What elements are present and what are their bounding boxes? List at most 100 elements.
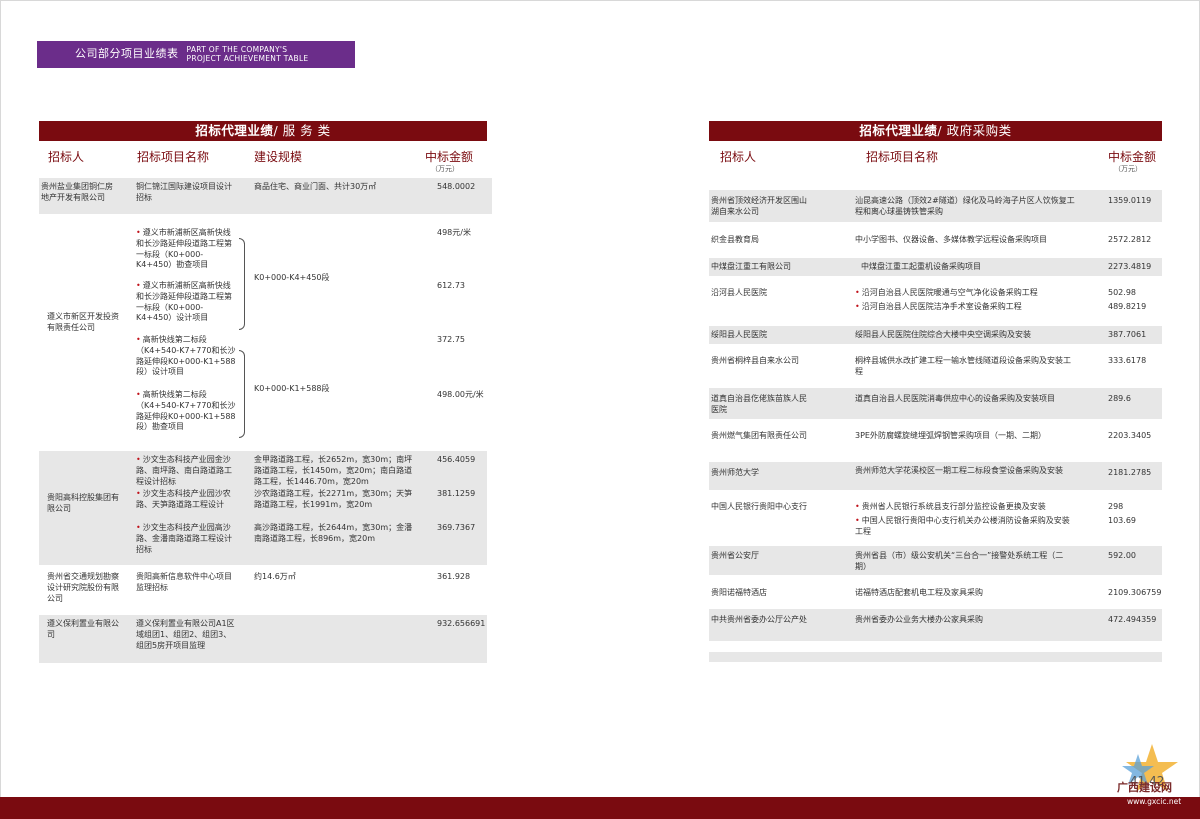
scale-cell: 金甲路道路工程，长2652m，宽30m；南坪路道路工程，长1450m，宽20m；… <box>254 455 413 486</box>
table-row: 贵州盐业集团铜仁房地产开发有限公司 铜仁锦江国际建设项目设计招标 商品住宅、商业… <box>39 178 492 214</box>
project-cell: • 遵义市新浦新区高新快线和长沙路延伸段道路工程第一标段（K0+000-K4+45… <box>136 228 232 270</box>
amount-cell: 502.98 <box>1108 288 1136 297</box>
project-cell: • 沿河自治县人民医院洁净手术室设备采购工程 <box>855 302 1022 311</box>
table-row: 贵州省交通规划勘察设计研究院股份有限公司 贵阳高新信息软件中心项目监理招标 约1… <box>39 568 487 612</box>
project-cell: • 中国人民银行贵阳中心支行机关办公楼消防设备采购及安装工程 <box>855 516 1070 536</box>
project-cell: 中小学图书、仪器设备、多媒体教学远程设备采购项目 <box>855 235 1047 244</box>
scale-cell: K0+000-K1+588段 <box>254 384 330 393</box>
right-col-amount: 中标金额 <box>1108 150 1157 164</box>
project-cell: 中煤盘江重工起重机设备采购项目 <box>861 262 981 271</box>
project-cell: • 沙文生态科技产业园金沙路、南坪路、南白路道路工程设计招标 <box>136 455 232 486</box>
amount-cell: 498元/米 <box>437 228 471 237</box>
bullet-icon: • <box>136 489 141 498</box>
project-cell: 绥阳县人民医院住院综合大楼中央空调采购及安装 <box>855 330 1031 339</box>
project-cell: 贵阳高新信息软件中心项目监理招标 <box>136 572 232 592</box>
amount-cell: 489.8219 <box>1108 302 1147 311</box>
scale-cell: 高沙路道路工程，长2644m，宽30m；金潘南路道路工程，长896m，宽20m <box>254 523 413 543</box>
bullet-icon: • <box>136 281 141 290</box>
scale-cell: 商品住宅、商业门面、共计30万㎡ <box>254 182 377 191</box>
brace-bracket <box>239 350 245 438</box>
client-cell: 遵义市新区开发投资有限责任公司 <box>47 312 119 332</box>
table-row: 中煤盘江重工有限公司 中煤盘江重工起重机设备采购项目 2273.4819 <box>709 258 1162 276</box>
table-row: 贵州燃气集团有限责任公司 3PE外防腐螺旋缝埋弧焊钢管采购项目（一期、二期） 2… <box>709 424 1162 458</box>
client-cell: 中共贵州省委办公厅公产处 <box>711 615 807 624</box>
bullet-icon: • <box>136 390 141 399</box>
amount-cell: 612.73 <box>437 281 465 290</box>
table-row: 贵州省桐梓县自来水公司 桐梓县城供水改扩建工程一输水管线隧道段设备采购及安装工程… <box>709 349 1162 383</box>
section-title-zh: 公司部分项目业绩表 <box>75 47 179 61</box>
project-cell: 遵义保利置业有限公司A1区域组团1、组团2、组团3、组团5房开项目监理 <box>136 619 235 650</box>
client-cell: 中煤盘江重工有限公司 <box>711 262 791 271</box>
project-cell: • 沿河自治县人民医院暖通与空气净化设备采购工程 <box>855 288 1038 297</box>
amount-cell: 387.7061 <box>1108 330 1147 339</box>
left-col-scale: 建设规模 <box>254 150 303 164</box>
bullet-icon: • <box>136 228 141 237</box>
amount-cell: 1359.0119 <box>1108 196 1152 205</box>
project-cell: 贵州师范大学花溪校区一期工程二标段食堂设备采购及安装 <box>855 466 1063 475</box>
amount-cell: 592.00 <box>1108 551 1136 560</box>
project-cell: 诺福特酒店配套机电工程及家具采购 <box>855 588 983 597</box>
amount-cell: 2273.4819 <box>1108 262 1152 271</box>
right-col-client: 招标人 <box>720 150 757 164</box>
amount-cell: 369.7367 <box>437 523 476 532</box>
client-cell: 沿河县人民医院 <box>711 288 767 297</box>
client-cell: 贵阳高科控股集团有限公司 <box>47 493 119 513</box>
amount-cell: 472.494359 <box>1108 615 1157 624</box>
section-header: 公司部分项目业绩表 PART OF THE COMPANY'S PROJECT … <box>37 41 355 68</box>
amount-cell: 456.4059 <box>437 455 476 464</box>
footer-bar <box>0 797 1200 819</box>
client-cell: 贵阳诺福特酒店 <box>711 588 767 597</box>
scale-cell: K0+000-K4+450段 <box>254 273 330 282</box>
project-cell: • 沙文生态科技产业园高沙路、金潘南路道路工程设计招标 <box>136 523 232 554</box>
left-table-banner: 招标代理业绩 / 服 务 类 <box>39 121 487 141</box>
client-cell: 遵义保利置业有限公司 <box>47 619 119 639</box>
bullet-icon: • <box>855 288 860 297</box>
amount-cell: 2203.3405 <box>1108 431 1152 440</box>
client-cell: 贵州燃气集团有限责任公司 <box>711 431 807 440</box>
bullet-icon: • <box>136 523 141 532</box>
table-row: 织金县教育局 中小学图书、仪器设备、多媒体教学远程设备采购项目 2572.281… <box>709 227 1162 255</box>
amount-cell: 932.656691 <box>437 619 486 628</box>
left-col-unit: （万元） <box>431 165 459 173</box>
project-cell: • 高新快线第二标段（K4+540-K7+770和长沙路延伸段K0+000-K1+… <box>136 335 236 377</box>
project-cell: 贵州省委办公业务大楼办公家具采购 <box>855 615 983 624</box>
amount-cell: 2109.306759 <box>1108 588 1162 597</box>
bullet-icon: • <box>855 516 860 525</box>
table-row: 贵州省顶效经济开发区围山湖自来水公司 汕昆高速公路（顶效2#隧道）绿化及马岭海子… <box>709 190 1162 222</box>
brace-bracket <box>239 238 245 330</box>
amount-cell: 103.69 <box>1108 516 1136 525</box>
left-col-project: 招标项目名称 <box>137 150 210 164</box>
project-cell: 贵州省县（市）级公安机关“三台合一”接警处系统工程（二期） <box>855 551 1064 571</box>
table-row: 贵阳诺福特酒店 诺福特酒店配套机电工程及家具采购 2109.306759 <box>709 580 1162 604</box>
amount-cell: 2572.2812 <box>1108 235 1152 244</box>
amount-cell: 298 <box>1108 502 1124 511</box>
project-cell: • 高新快线第二标段（K4+540-K7+770和长沙路延伸段K0+000-K1+… <box>136 390 236 432</box>
client-cell: 织金县教育局 <box>711 235 759 244</box>
client-cell: 中国人民银行贵阳中心支行 <box>711 502 807 511</box>
table-row: 遵义市新区开发投资有限责任公司 • 遵义市新浦新区高新快线和长沙路延伸段道路工程第… <box>39 218 492 446</box>
right-col-project: 招标项目名称 <box>866 150 939 164</box>
table-row: 中国人民银行贵阳中心支行 • 贵州省人民银行系统县支行部分监控设备更换及安装 • 中… <box>709 495 1162 543</box>
watermark-url: www.gxcic.net <box>1127 797 1182 806</box>
scale-cell: 沙农路道路工程，长2271m，宽30m；天笋路道路工程，长1991m，宽20m <box>254 489 413 509</box>
table-end-strip <box>709 652 1162 662</box>
project-cell: 桐梓县城供水改扩建工程一输水管线隧道段设备采购及安装工程 <box>855 356 1071 376</box>
project-cell: 道真自治县人民医院消毒供应中心的设备采购及安装项目 <box>855 394 1055 403</box>
amount-cell: 548.0002 <box>437 182 476 191</box>
table-row: 道真自治县仡佬族苗族人民医院 道真自治县人民医院消毒供应中心的设备采购及安装项目… <box>709 388 1162 419</box>
amount-cell: 289.6 <box>1108 394 1131 403</box>
project-cell: • 沙文生态科技产业园沙农路、天笋路道路工程设计 <box>136 489 231 509</box>
amount-cell: 498.00元/米 <box>437 390 484 399</box>
project-cell: 汕昆高速公路（顶效2#隧道）绿化及马岭海子片区人饮恢复工程和离心球墨铸铁管采购 <box>855 196 1075 216</box>
client-cell: 贵州师范大学 <box>711 468 759 477</box>
client-cell: 道真自治县仡佬族苗族人民医院 <box>711 394 807 414</box>
left-col-client: 招标人 <box>48 150 85 164</box>
watermark-logo-text: 广西建设网 <box>1117 781 1172 794</box>
right-col-unit: （万元） <box>1114 165 1142 173</box>
amount-cell: 2181.2785 <box>1108 468 1152 477</box>
project-cell: • 贵州省人民银行系统县支行部分监控设备更换及安装 <box>855 502 1046 511</box>
client-cell: 贵州省公安厅 <box>711 551 759 560</box>
client-cell: 贵州省交通规划勘察设计研究院股份有限公司 <box>47 572 119 603</box>
client-cell: 绥阳县人民医院 <box>711 330 767 339</box>
table-row: 遵义保利置业有限公司 遵义保利置业有限公司A1区域组团1、组团2、组团3、组团5… <box>39 615 487 663</box>
